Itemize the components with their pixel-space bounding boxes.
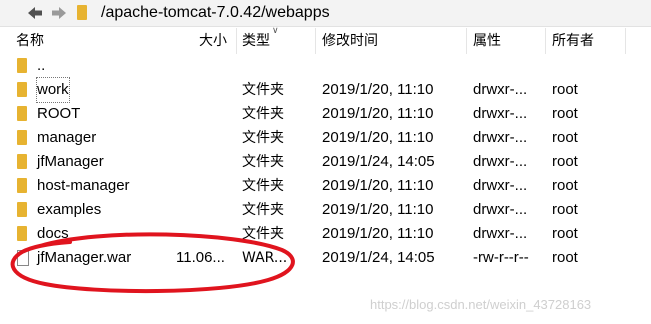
column-divider[interactable] (545, 28, 546, 54)
folder-row[interactable]: examples 文件夹 2019/1/20, 11:10 drwxr-... root (0, 198, 651, 222)
row-owner: root (552, 105, 578, 122)
row-permissions: drwxr-... (473, 81, 528, 98)
folder-icon (17, 202, 27, 217)
row-permissions: drwxr-... (473, 153, 528, 170)
row-name: docs (37, 225, 69, 242)
row-owner: root (552, 81, 578, 98)
column-header-modified[interactable]: 修改时间 (322, 28, 378, 54)
file-icon (17, 250, 29, 266)
folder-row[interactable]: .. (0, 54, 651, 78)
folder-row[interactable]: ROOT 文件夹 2019/1/20, 11:10 drwxr-... root (0, 102, 651, 126)
column-divider[interactable] (315, 28, 316, 54)
row-type: 文件夹 (242, 226, 284, 242)
column-header-permissions[interactable]: 属性 (473, 28, 501, 54)
row-type: WAR... (242, 250, 288, 266)
row-owner: root (552, 201, 578, 218)
row-name: .. (37, 57, 46, 74)
back-arrow-icon[interactable] (24, 3, 46, 23)
row-type: 文件夹 (242, 178, 284, 194)
row-modified: 2019/1/20, 11:10 (322, 201, 434, 218)
row-type: 文件夹 (242, 130, 284, 146)
watermark-text: https://blog.csdn.net/weixin_43728163 (370, 297, 592, 312)
row-owner: root (552, 129, 578, 146)
folder-icon (17, 58, 27, 73)
row-name: jfManager (37, 153, 104, 170)
row-name: ROOT (37, 105, 81, 122)
path-toolbar: /apache-tomcat-7.0.42/webapps (0, 0, 651, 27)
row-name: work (36, 77, 70, 103)
folder-row[interactable]: manager 文件夹 2019/1/20, 11:10 drwxr-... root (0, 126, 651, 150)
column-header-owner[interactable]: 所有者 (552, 28, 594, 54)
row-type: 文件夹 (242, 202, 284, 218)
row-type: 文件夹 (242, 82, 284, 98)
row-permissions: drwxr-... (473, 225, 528, 242)
row-permissions: -rw-r--r-- (473, 249, 529, 266)
sort-chevron-icon: ∨ (272, 26, 279, 36)
row-owner: root (552, 225, 578, 242)
file-row[interactable]: jfManager.war 11.06... WAR... 2019/1/24, 14… (0, 246, 651, 270)
folder-icon (17, 154, 27, 169)
row-owner: root (552, 249, 578, 266)
column-header-row: 名称 大小 类型 修改时间 属性 所有者 (0, 28, 651, 54)
folder-icon (17, 130, 27, 145)
row-owner: root (552, 153, 578, 170)
folder-row[interactable]: jfManager 文件夹 2019/1/24, 14:05 drwxr-... roo… (0, 150, 651, 174)
column-header-name[interactable]: 名称 (16, 28, 44, 54)
folder-row[interactable]: work 文件夹 2019/1/20, 11:10 drwxr-... root (0, 77, 651, 103)
row-modified: 2019/1/20, 11:10 (322, 81, 434, 98)
column-header-type[interactable]: 类型 (242, 28, 270, 54)
row-name: host-manager (37, 177, 130, 194)
folder-row[interactable]: docs 文件夹 2019/1/20, 11:10 drwxr-... root (0, 222, 651, 246)
column-header-size[interactable]: 大小 (199, 28, 227, 54)
folder-icon (17, 226, 27, 241)
row-type: 文件夹 (242, 106, 284, 122)
row-modified: 2019/1/24, 14:05 (322, 249, 435, 266)
column-divider[interactable] (236, 28, 237, 54)
forward-arrow-icon[interactable] (48, 3, 70, 23)
row-permissions: drwxr-... (473, 201, 528, 218)
column-divider[interactable] (625, 28, 626, 54)
folder-icon (17, 82, 27, 97)
row-permissions: drwxr-... (473, 105, 528, 122)
row-modified: 2019/1/20, 11:10 (322, 129, 434, 146)
folder-icon (17, 178, 27, 193)
folder-icon (77, 5, 87, 20)
row-modified: 2019/1/20, 11:10 (322, 225, 434, 242)
column-divider[interactable] (466, 28, 467, 54)
row-owner: root (552, 177, 578, 194)
row-permissions: drwxr-... (473, 129, 528, 146)
folder-row[interactable]: host-manager 文件夹 2019/1/20, 11:10 drwxr-...… (0, 174, 651, 198)
folder-icon (17, 106, 27, 121)
row-size: 11.06... (176, 249, 225, 266)
row-type: 文件夹 (242, 154, 284, 170)
row-modified: 2019/1/20, 11:10 (322, 177, 434, 194)
row-permissions: drwxr-... (473, 177, 528, 194)
row-modified: 2019/1/24, 14:05 (322, 153, 435, 170)
row-name: examples (37, 201, 102, 218)
row-name: jfManager.war (37, 249, 132, 266)
row-name: manager (37, 129, 97, 146)
current-path[interactable]: /apache-tomcat-7.0.42/webapps (101, 2, 330, 24)
row-modified: 2019/1/20, 11:10 (322, 105, 434, 122)
